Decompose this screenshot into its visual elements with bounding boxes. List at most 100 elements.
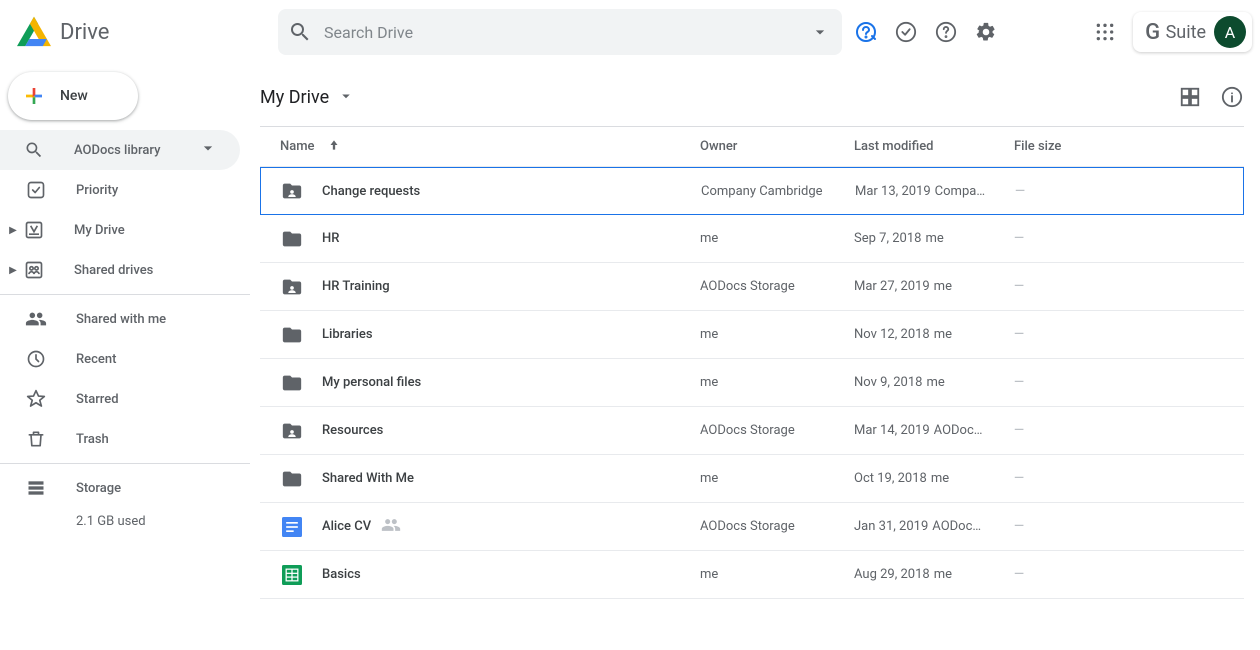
sidebar-item-shared-drives[interactable]: ▶ Shared drives (0, 250, 240, 290)
table-row[interactable]: HR me Sep 7, 2018 me — (260, 215, 1244, 263)
chevron-down-icon (337, 87, 355, 108)
table-row[interactable]: Basics me Aug 29, 2018 me — (260, 551, 1244, 599)
storage-icon (24, 476, 48, 500)
search-input[interactable] (312, 23, 808, 42)
sidebar-item-starred[interactable]: Starred (0, 379, 240, 419)
modified-by: AODoc… (932, 519, 981, 534)
file-owner: me (700, 567, 854, 582)
file-size: — (1014, 231, 1023, 246)
info-icon[interactable] (1220, 85, 1244, 109)
modified-date: Sep 7, 2018 (854, 231, 921, 246)
grid-view-icon[interactable] (1178, 85, 1202, 109)
modified-date: Aug 29, 2018 (854, 567, 930, 582)
table-row[interactable]: Change requests Company Cambridge Mar 13… (260, 167, 1244, 215)
sidebar-aodocs-library[interactable]: AODocs library (0, 130, 240, 170)
file-size: — (1014, 327, 1023, 342)
modified-date: Mar 27, 2019 (854, 279, 930, 294)
sidebar-item-priority[interactable]: Priority (0, 170, 240, 210)
new-button[interactable]: New (8, 72, 138, 120)
modified-date: Oct 19, 2018 (854, 471, 927, 486)
modified-date: Nov 12, 2018 (854, 327, 930, 342)
sidebar-item-label: Recent (76, 352, 116, 367)
search-icon[interactable] (288, 20, 312, 44)
file-owner: me (700, 375, 854, 390)
column-modified-header[interactable]: Last modified (854, 139, 1014, 154)
file-size: — (1014, 471, 1023, 486)
file-size: — (1014, 567, 1023, 582)
trash-icon (24, 427, 48, 451)
expand-triangle-icon[interactable]: ▶ (4, 265, 22, 276)
help-icon[interactable] (934, 20, 958, 44)
recent-icon (24, 347, 48, 371)
table-row[interactable]: Libraries me Nov 12, 2018 me — (260, 311, 1244, 359)
table-row[interactable]: HR Training AODocs Storage Mar 27, 2019 … (260, 263, 1244, 311)
sidebar-item-recent[interactable]: Recent (0, 339, 240, 379)
shared-icon (381, 515, 401, 539)
modified-by: me (934, 567, 952, 582)
sidebar-item-mydrive[interactable]: ▶ My Drive (0, 210, 240, 250)
avatar[interactable]: A (1214, 16, 1246, 48)
settings-icon[interactable] (974, 20, 998, 44)
file-owner: me (700, 327, 854, 342)
column-size-header[interactable]: File size (1014, 139, 1244, 154)
file-owner: me (700, 471, 854, 486)
file-name: Change requests (322, 184, 420, 199)
search-bar[interactable] (278, 9, 842, 55)
ai-assist-icon[interactable] (854, 20, 878, 44)
sidebar-item-shared-with-me[interactable]: Shared with me (0, 299, 240, 339)
gsuite-label: Suite (1166, 22, 1206, 43)
file-name: My personal files (322, 375, 421, 390)
modified-by: me (925, 231, 943, 246)
sidebar-item-label: Priority (76, 183, 118, 198)
shared-folder-icon (280, 419, 304, 443)
table-row[interactable]: My personal files me Nov 9, 2018 me — (260, 359, 1244, 407)
sidebar-item-trash[interactable]: Trash (0, 419, 240, 459)
sidebar-item-label: Shared with me (76, 312, 166, 327)
sidebar-item-label: Trash (76, 432, 109, 447)
file-owner: AODocs Storage (700, 423, 854, 438)
sidebar-item-label: Storage (76, 481, 121, 496)
modified-date: Nov 9, 2018 (854, 375, 922, 390)
table-row[interactable]: Alice CV AODocs Storage Jan 31, 2019 AOD… (260, 503, 1244, 551)
table-row[interactable]: Resources AODocs Storage Mar 14, 2019 AO… (260, 407, 1244, 455)
file-owner: AODocs Storage (700, 279, 854, 294)
modified-date: Mar 13, 2019 (855, 184, 931, 199)
offline-status-icon[interactable] (894, 20, 918, 44)
app-name[interactable]: Drive (60, 20, 109, 45)
modified-by: me (926, 375, 944, 390)
table-header: Name Owner Last modified File size (260, 127, 1244, 167)
table-row[interactable]: Shared With Me me Oct 19, 2018 me — (260, 455, 1244, 503)
storage-used: 2.1 GB used (76, 514, 250, 529)
starred-icon (24, 387, 48, 411)
file-name: Alice CV (322, 519, 371, 534)
new-button-label: New (60, 88, 88, 104)
sort-arrow-icon (327, 138, 341, 156)
search-icon (22, 138, 46, 162)
folder-icon (280, 227, 304, 251)
modified-by: Compa… (935, 184, 985, 199)
modified-date: Jan 31, 2019 (854, 519, 928, 534)
file-name: Basics (322, 567, 361, 582)
breadcrumb[interactable]: My Drive (260, 87, 355, 108)
search-dropdown-icon[interactable] (808, 20, 832, 44)
sidebar-item-storage[interactable]: Storage (0, 468, 240, 508)
column-name-header[interactable]: Name (260, 138, 700, 156)
mydrive-icon (22, 218, 46, 242)
file-owner: AODocs Storage (700, 519, 854, 534)
file-name: HR Training (322, 279, 390, 294)
drive-logo[interactable] (14, 12, 54, 52)
file-size: — (1014, 519, 1023, 534)
expand-triangle-icon[interactable]: ▶ (4, 225, 22, 236)
sidebar-item-label: Shared drives (74, 263, 153, 278)
priority-icon (24, 178, 48, 202)
shared-folder-icon (280, 275, 304, 299)
chevron-down-icon (198, 138, 218, 162)
apps-grid-icon[interactable] (1093, 20, 1117, 44)
column-owner-header[interactable]: Owner (700, 139, 854, 154)
folder-icon (280, 467, 304, 491)
file-size: — (1014, 423, 1023, 438)
gsuite-badge[interactable]: G Suite A (1133, 12, 1252, 52)
file-size: — (1014, 279, 1023, 294)
doc-icon (280, 515, 304, 539)
modified-by: me (934, 279, 952, 294)
